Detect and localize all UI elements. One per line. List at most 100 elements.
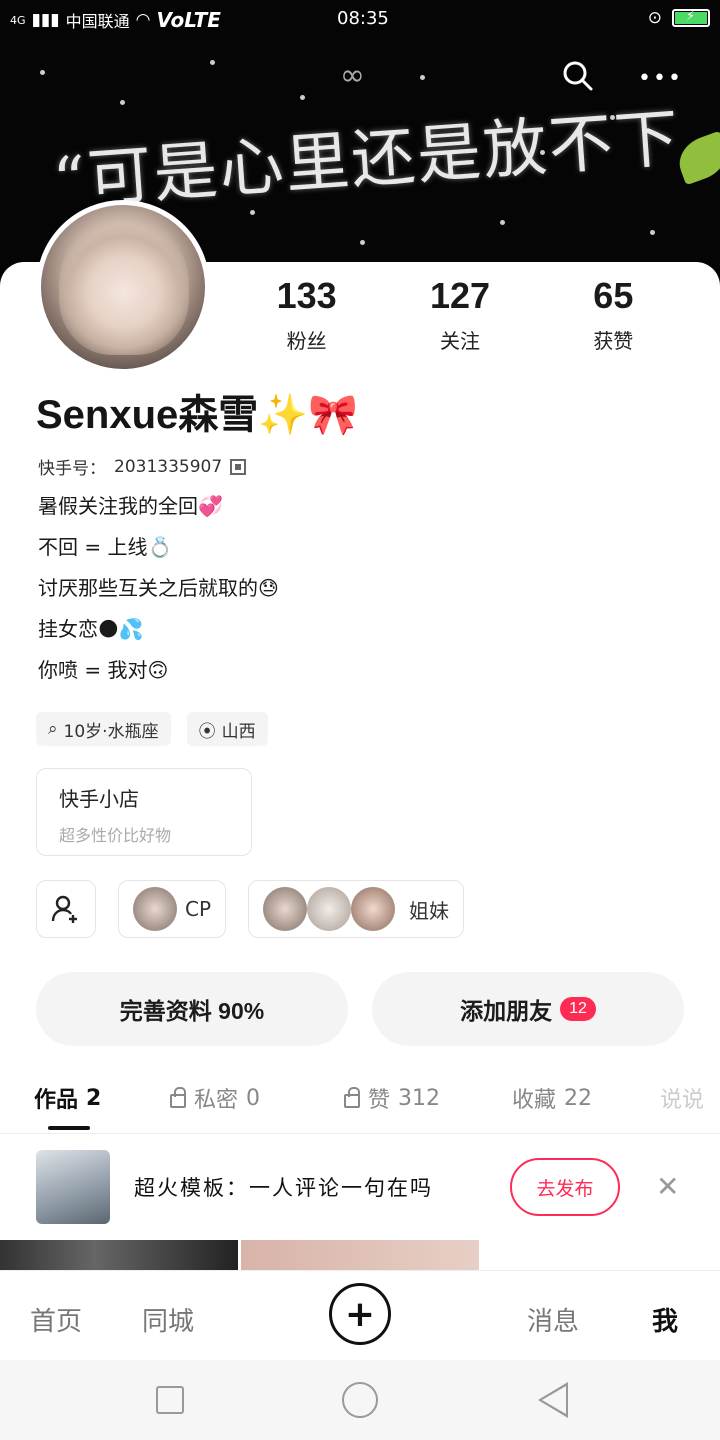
promo-text: 超火模板：一人评论一句在吗 [134, 1176, 433, 1200]
tab-label: 作品 [34, 1088, 79, 1113]
publish-button[interactable]: 去发布 [510, 1158, 620, 1216]
infinity-icon: ∞ [340, 58, 365, 93]
stat-value: 65 [593, 275, 634, 316]
add-friends-label: 添加朋友 [460, 998, 553, 1024]
promo-thumbnail[interactable] [36, 1150, 110, 1224]
sweat-emoji-icon: 😓 [258, 576, 279, 600]
bio-line: 不回 = 上线💍 [38, 529, 279, 570]
system-navigation-bar [0, 1360, 720, 1440]
friend-request-badge: 12 [560, 997, 596, 1021]
cp-avatar [133, 887, 177, 931]
tab-count: 2 [86, 1085, 102, 1111]
user-id-label: 快手号： [38, 459, 106, 479]
more-options-button[interactable]: ••• [638, 66, 683, 91]
search-button[interactable] [560, 58, 596, 94]
home-icon[interactable] [342, 1382, 378, 1418]
bio-text: 不回 = 上线 [38, 535, 148, 559]
nav-home[interactable]: 首页 [30, 1301, 82, 1338]
cp-button[interactable]: CP [118, 880, 227, 938]
sisters-label: 姐妹 [409, 898, 450, 923]
battery-icon: ⚡ [672, 9, 710, 27]
active-tab-indicator [48, 1126, 90, 1130]
heart-emoji-icon: 💞 [198, 494, 223, 518]
moon-droplets-emoji-icon: 🌑💦 [98, 617, 144, 641]
tab-moments[interactable]: 说说 [660, 1082, 704, 1114]
works-grid [0, 1240, 720, 1272]
profile-tags: ⌕ 10岁·水瓶座 ⦿ 山西 [36, 712, 268, 746]
rotation-lock-icon: ⊙ [647, 8, 662, 28]
template-promo-banner: 超火模板：一人评论一句在吗 去发布 ✕ [0, 1136, 720, 1238]
user-id-row[interactable]: 快手号： 2031335907 [38, 454, 247, 479]
tab-private[interactable]: 私密 0 [170, 1082, 260, 1114]
header-actions: ∞ ••• [0, 58, 720, 98]
banner-title: “可是心里还是放不下 [50, 101, 683, 220]
back-icon[interactable] [538, 1382, 568, 1418]
create-post-button[interactable]: + [329, 1283, 391, 1345]
avatar[interactable] [36, 200, 210, 374]
bio-line: 挂女恋🌑💦 [38, 611, 279, 652]
stat-label: 关注 [439, 329, 480, 353]
shop-title: 快手小店 [59, 787, 139, 811]
content-tabs: 作品 2 私密 0 赞 312 收藏 22 说说 [0, 1074, 720, 1134]
close-icon[interactable]: ✕ [656, 1170, 679, 1203]
tag-age-zodiac[interactable]: ⌕ 10岁·水瓶座 [36, 712, 171, 746]
carrier-name: 中国联通 [65, 12, 130, 31]
volte-label: VoLTE [156, 8, 221, 32]
sister-avatar [263, 887, 308, 931]
recent-apps-icon[interactable] [156, 1386, 184, 1414]
search-icon [563, 61, 593, 91]
profile-actions: 完善资料 90% 添加朋友 12 [36, 972, 684, 1046]
tab-works[interactable]: 作品 2 [34, 1082, 101, 1114]
bottom-navigation: 首页 同城 + 消息 我 [0, 1270, 720, 1360]
qr-code-icon[interactable] [230, 458, 247, 475]
plus-icon: + [344, 1293, 376, 1335]
shop-card[interactable]: 快手小店 超多性价比好物 [36, 768, 252, 856]
stat-value: 127 [429, 275, 491, 316]
tab-count: 22 [564, 1085, 593, 1111]
tab-favorites[interactable]: 收藏 22 [512, 1082, 592, 1114]
tab-likes[interactable]: 赞 312 [344, 1082, 440, 1114]
avatar-portrait [59, 215, 189, 355]
stat-likes[interactable]: 65 获赞 [537, 275, 690, 354]
add-contact-button[interactable] [36, 880, 96, 938]
status-time: 08:35 [337, 8, 389, 29]
star-decoration [650, 230, 655, 235]
star-decoration [250, 210, 255, 215]
upside-down-face-emoji-icon: 🙃 [147, 658, 169, 682]
star-decoration [360, 240, 365, 245]
sister-avatar [307, 887, 352, 931]
stat-label: 粉丝 [286, 329, 327, 353]
tab-label: 说说 [660, 1088, 705, 1113]
add-friends-button[interactable]: 添加朋友 12 [372, 972, 684, 1046]
bio-line: 你喷 = 我对🙃 [38, 652, 279, 693]
nav-me[interactable]: 我 [652, 1301, 678, 1338]
stat-followers[interactable]: 133 粉丝 [230, 275, 383, 354]
bio-line: 讨厌那些互关之后就取的😓 [38, 570, 279, 611]
wifi-icon: ◠ [135, 10, 151, 30]
tag-label: 山西 [221, 721, 256, 742]
nav-nearby[interactable]: 同城 [142, 1301, 194, 1338]
tab-label: 私密 [194, 1088, 239, 1113]
user-id-value: 2031335907 [114, 456, 223, 477]
work-thumbnail[interactable] [0, 1240, 238, 1272]
network-indicator: 4G [10, 13, 26, 27]
charging-icon: ⚡ [686, 9, 696, 24]
tag-location[interactable]: ⦿ 山西 [186, 712, 268, 746]
work-thumbnail[interactable] [241, 1240, 479, 1272]
tab-count: 0 [246, 1085, 261, 1111]
star-decoration [500, 220, 505, 225]
nav-messages[interactable]: 消息 [527, 1301, 579, 1338]
lock-icon [344, 1087, 360, 1108]
add-user-icon [51, 895, 77, 923]
stat-following[interactable]: 127 关注 [383, 275, 536, 354]
complete-profile-button[interactable]: 完善资料 90% [36, 972, 348, 1046]
social-row: CP 姐妹 [36, 880, 465, 938]
stat-value: 133 [276, 275, 337, 316]
tab-label: 收藏 [512, 1088, 557, 1113]
sisters-button[interactable]: 姐妹 [248, 880, 465, 938]
bio-text: 讨厌那些互关之后就取的 [38, 576, 258, 600]
tag-label: 10岁·水瓶座 [63, 721, 159, 742]
stat-label: 获赞 [593, 329, 634, 353]
complete-profile-label: 完善资料 90% [119, 998, 265, 1024]
status-bar: 4G ▮▮▮ 中国联通 ◠ VoLTE 08:35 ⊙ ⚡ [0, 0, 720, 38]
